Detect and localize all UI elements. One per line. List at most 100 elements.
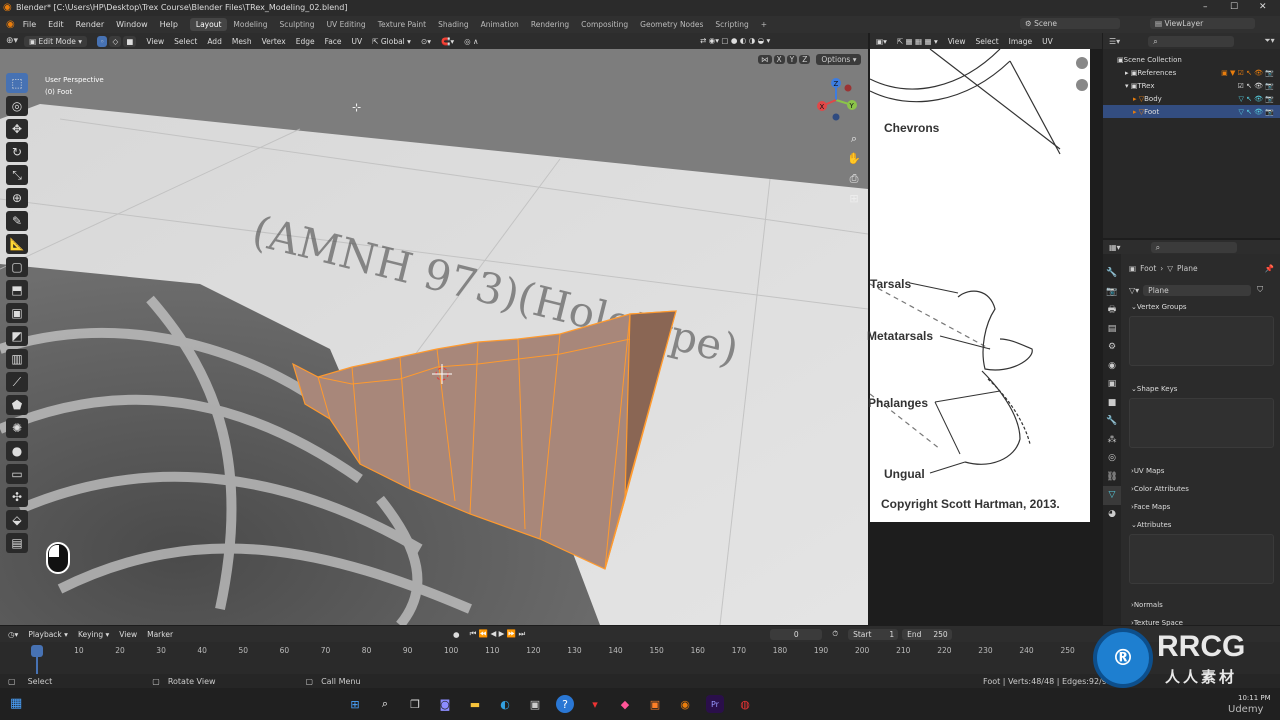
app-orange-icon[interactable]: ▣ bbox=[646, 695, 664, 713]
axis-x-toggle[interactable]: X bbox=[773, 55, 785, 64]
object-tab-icon[interactable]: ■ bbox=[1108, 394, 1117, 413]
menu-keying[interactable]: Keying ▾ bbox=[78, 630, 109, 639]
close-button[interactable]: ✕ bbox=[1259, 2, 1267, 12]
mode-selector[interactable]: ▣ Edit Mode ▾ bbox=[24, 35, 88, 47]
help-icon[interactable]: ? bbox=[556, 695, 574, 713]
3d-viewport[interactable]: (AMNH 973)(Holotype) User Perspective (0… bbox=[0, 49, 868, 625]
scene-tab-icon[interactable]: ⚙ bbox=[1108, 338, 1116, 357]
move-icon[interactable]: ✥ bbox=[6, 119, 28, 139]
constraints-tab-icon[interactable]: ⛓ bbox=[1106, 468, 1117, 487]
playhead[interactable] bbox=[31, 645, 43, 657]
inset-icon[interactable]: ▣ bbox=[6, 303, 28, 323]
start-icon[interactable]: ⊞ bbox=[346, 695, 364, 713]
blender-taskbar-icon[interactable]: ◉ bbox=[676, 695, 694, 713]
file-explorer-icon[interactable]: ▬ bbox=[466, 695, 484, 713]
menu-render[interactable]: Render bbox=[76, 20, 104, 29]
widgets-icon[interactable]: ▦ bbox=[10, 696, 22, 711]
rip-icon[interactable]: ▤ bbox=[6, 533, 28, 553]
select-box-icon[interactable]: ⬚ bbox=[6, 73, 28, 93]
task-view-icon[interactable]: ❐ bbox=[406, 695, 424, 713]
menu-marker[interactable]: Marker bbox=[147, 630, 173, 639]
output-tab-icon[interactable]: 🖶 bbox=[1108, 301, 1117, 320]
current-frame-field[interactable]: 0 bbox=[770, 628, 823, 640]
outliner-search-input[interactable]: ⌕ bbox=[1148, 35, 1235, 47]
image-menu-view[interactable]: View bbox=[948, 37, 966, 46]
attributes-list[interactable] bbox=[1129, 534, 1274, 584]
search-icon[interactable]: ⌕ bbox=[376, 695, 394, 713]
poly-build-icon[interactable]: ⬟ bbox=[6, 395, 28, 415]
scene-selector[interactable]: ⚙ Scene bbox=[1020, 18, 1120, 29]
outliner-row[interactable]: ▸ ▣ References ▣ ▼ ☑ ↖ 👁 📷 bbox=[1103, 66, 1280, 79]
menu-edit[interactable]: Edit bbox=[48, 20, 64, 29]
rotate-icon[interactable]: ↻ bbox=[6, 142, 28, 162]
menu-edge[interactable]: Edge bbox=[296, 37, 315, 46]
axis-z-toggle[interactable]: Z bbox=[799, 55, 811, 64]
store-icon[interactable]: ▣ bbox=[526, 695, 544, 713]
stopwatch-icon[interactable]: ⏱ bbox=[832, 629, 838, 639]
vertex-select-icon[interactable]: ◦ bbox=[97, 35, 108, 47]
panel-shape-keys[interactable]: ⌄ Shape Keys bbox=[1125, 380, 1280, 398]
world-tab-icon[interactable]: ◉ bbox=[1108, 357, 1116, 376]
tab-sculpting[interactable]: Sculpting bbox=[274, 18, 321, 31]
tab-geometry-nodes[interactable]: Geometry Nodes bbox=[634, 18, 709, 31]
teams-icon[interactable]: ◙ bbox=[436, 695, 454, 713]
bevel-icon[interactable]: ◩ bbox=[6, 326, 28, 346]
clock[interactable]: 10:11 PM bbox=[1238, 694, 1271, 702]
mesh-data-dropdown-icon[interactable]: ▽▾ bbox=[1129, 286, 1139, 295]
panel-color-attributes[interactable]: › Color Attributes bbox=[1125, 480, 1280, 498]
mirror-toggle-icon[interactable]: ⋈ bbox=[758, 55, 772, 64]
visibility-icons[interactable]: ☑ ↖ 👁 📷 bbox=[1238, 82, 1274, 90]
visibility-icons[interactable]: ▽ ↖ 👁 📷 bbox=[1238, 108, 1274, 116]
image-editor-type-icon[interactable]: ▣▾ bbox=[876, 37, 887, 46]
visibility-icons[interactable]: ▣ ▼ ☑ ↖ 👁 📷 bbox=[1221, 69, 1274, 77]
shrink-fatten-icon[interactable]: ✣ bbox=[6, 487, 28, 507]
view-layer-tab-icon[interactable]: ▤ bbox=[1108, 320, 1117, 339]
panel-face-maps[interactable]: › Face Maps bbox=[1125, 498, 1280, 516]
editor-type-icon[interactable]: ⊕▾ bbox=[6, 36, 18, 46]
viewport-scene[interactable]: (AMNH 973)(Holotype) bbox=[0, 49, 868, 625]
edge-icon[interactable]: ◐ bbox=[496, 695, 514, 713]
menu-window[interactable]: Window bbox=[116, 20, 148, 29]
extrude-icon[interactable]: ⬒ bbox=[6, 280, 28, 300]
overlay-icons[interactable]: ⇄ ◉▾ ▢ ● ◐ ◑ ◒ ▾ bbox=[700, 36, 770, 45]
transform-orientation[interactable]: ⇱ Global ▾ bbox=[372, 37, 411, 46]
menu-view[interactable]: View bbox=[146, 37, 164, 46]
tab-scripting[interactable]: Scripting bbox=[709, 18, 754, 31]
measure-icon[interactable]: 📐 bbox=[6, 234, 28, 254]
menu-mesh[interactable]: Mesh bbox=[232, 37, 252, 46]
smooth-icon[interactable]: ● bbox=[6, 441, 28, 461]
menu-help[interactable]: Help bbox=[160, 20, 178, 29]
menu-file[interactable]: File bbox=[23, 20, 36, 29]
vertex-groups-list[interactable] bbox=[1129, 316, 1274, 366]
tab-shading[interactable]: Shading bbox=[432, 18, 474, 31]
outliner-row[interactable]: ▣ Scene Collection bbox=[1103, 53, 1280, 66]
menu-playback[interactable]: Playback ▾ bbox=[28, 630, 68, 639]
maximize-button[interactable]: ☐ bbox=[1230, 2, 1238, 12]
render-tab-icon[interactable]: 📷 bbox=[1106, 283, 1117, 302]
image-menu-image[interactable]: Image bbox=[1009, 37, 1033, 46]
zoom-icon[interactable]: ⌕ bbox=[845, 129, 863, 149]
loop-cut-icon[interactable]: ▥ bbox=[6, 349, 28, 369]
transform-icon[interactable]: ⊕ bbox=[6, 188, 28, 208]
grid-icon[interactable]: ⊞ bbox=[845, 189, 863, 209]
start-frame-field[interactable]: Start 1 bbox=[848, 628, 899, 640]
image-menu-uv[interactable]: UV bbox=[1042, 37, 1053, 46]
image-gizmo-icon[interactable] bbox=[1076, 57, 1088, 69]
collection-tab-icon[interactable]: ▣ bbox=[1108, 375, 1117, 394]
properties-search-input[interactable]: ⌕ bbox=[1150, 241, 1237, 253]
app-mcafee-icon[interactable]: ▾ bbox=[586, 695, 604, 713]
premiere-icon[interactable]: Pr bbox=[706, 695, 724, 713]
annotate-icon[interactable]: ✎ bbox=[6, 211, 28, 231]
panel-attributes[interactable]: ⌄ Attributes bbox=[1125, 516, 1280, 534]
camera-icon[interactable]: ⎙ bbox=[845, 169, 863, 189]
shape-keys-list[interactable] bbox=[1129, 398, 1274, 448]
add-workspace-button[interactable]: + bbox=[755, 18, 773, 31]
filter-icon[interactable]: ⏷▾ bbox=[1264, 36, 1274, 46]
outliner-row-selected[interactable]: ▸ ▽ Foot ▽ ↖ 👁 📷 bbox=[1103, 105, 1280, 118]
outliner-row[interactable]: ▾ ▣ TRex ☑ ↖ 👁 📷 bbox=[1103, 79, 1280, 92]
menu-uv[interactable]: UV bbox=[352, 37, 363, 46]
edge-slide-icon[interactable]: ▭ bbox=[6, 464, 28, 484]
app-photos-icon[interactable]: ◆ bbox=[616, 695, 634, 713]
playback-controls-icon[interactable]: ⏮ ⏪ ◀ ▶ ⏩ ⏭ bbox=[470, 629, 526, 639]
gizmo-neg-x-icon[interactable] bbox=[844, 84, 852, 92]
